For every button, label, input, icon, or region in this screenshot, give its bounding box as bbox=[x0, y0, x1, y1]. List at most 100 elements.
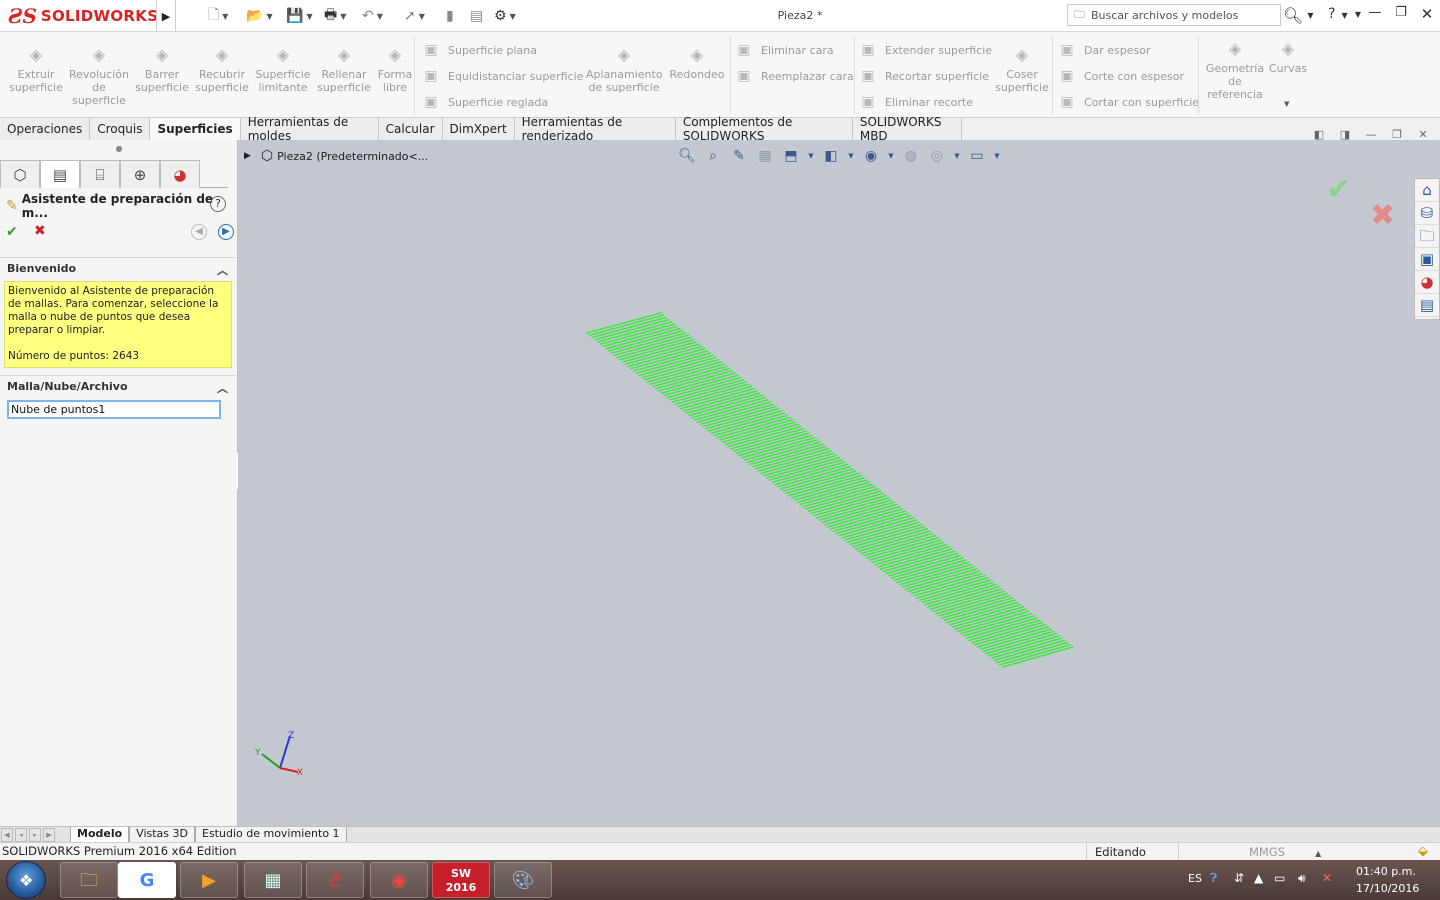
panel-grip[interactable]: ● bbox=[0, 144, 238, 158]
chevron-up-icon[interactable]: ︿ bbox=[217, 380, 228, 396]
solidworks-app[interactable]: SW 2016 bbox=[432, 862, 490, 898]
language-indicator[interactable]: ES bbox=[1188, 872, 1202, 885]
back-arrow-icon[interactable]: ◀ bbox=[191, 224, 207, 240]
ok-checkmark-icon[interactable]: ✔ bbox=[6, 224, 18, 240]
network-status-icon[interactable]: ✕ bbox=[1322, 871, 1332, 885]
cancel-x-icon[interactable]: ✖ bbox=[34, 223, 46, 239]
restore-button[interactable]: ❐ bbox=[1390, 5, 1412, 25]
tab-property-manager[interactable]: ▤ bbox=[40, 160, 80, 188]
home-icon[interactable]: ⌂ bbox=[1415, 179, 1439, 202]
chevron-up-icon[interactable]: ︿ bbox=[217, 262, 228, 278]
graphics-area[interactable]: ▶ ⬡ Pieza2 (Predeterminado<... 🔍︎ ⌕ ✎ ▦ … bbox=[238, 128, 1440, 826]
ribbon-tool-5[interactable]: ◈ Rellenar superficie bbox=[314, 46, 374, 95]
tab-complementos-de-solidworks[interactable]: Complementos de SOLIDWORKS bbox=[675, 115, 853, 143]
chevron-down-icon[interactable]: ▼ bbox=[1284, 100, 1289, 108]
model-tab-0[interactable]: Modelo bbox=[70, 827, 130, 843]
select-button[interactable]: ➚ ▼ bbox=[404, 6, 425, 26]
view-palette-icon[interactable]: ▣ bbox=[1415, 248, 1439, 271]
tab-calcular[interactable]: Calcular bbox=[378, 118, 443, 140]
ribbon-tool-2[interactable]: ◈ Barrer superficie bbox=[132, 46, 192, 95]
ribbon-extend-item-1[interactable]: ▣ Recortar superficie bbox=[859, 66, 989, 86]
section-header-mesh[interactable]: Malla/Nube/Archivo ︿ bbox=[0, 375, 236, 397]
tab-feature-manager[interactable]: ⬡ bbox=[0, 160, 40, 188]
tab-herramientas-de-moldes[interactable]: Herramientas de moldes bbox=[240, 115, 379, 143]
calculator-app[interactable]: ▦ bbox=[244, 862, 302, 898]
search-box[interactable]: 🗀 Buscar archivos y modelos bbox=[1067, 4, 1281, 26]
tab-display-manager[interactable]: ◕ bbox=[160, 160, 200, 188]
ribbon-extend-item-0[interactable]: ▣ Extender superficie bbox=[859, 40, 992, 60]
volume-icon[interactable]: 🔊︎ bbox=[1298, 871, 1306, 886]
next-arrow-icon[interactable]: ▶ bbox=[218, 224, 234, 240]
prev-tab-icon[interactable]: ◂ bbox=[15, 828, 27, 842]
tab-dimxpert[interactable]: DimXpert bbox=[442, 118, 515, 140]
tag-icon[interactable]: ⬙ bbox=[1418, 844, 1428, 859]
chrome-app[interactable]: ◉ bbox=[370, 862, 428, 898]
show-hidden-icons[interactable]: ▲ bbox=[1254, 871, 1263, 885]
save-button[interactable]: 💾 ▼ bbox=[286, 6, 313, 26]
close-button[interactable]: ✕ bbox=[1416, 5, 1438, 25]
help-icon[interactable]: ? bbox=[210, 196, 226, 212]
section-header-welcome[interactable]: Bienvenido ︿ bbox=[0, 257, 236, 279]
clock-time[interactable]: 01:40 p.m. bbox=[1356, 865, 1416, 878]
google-app[interactable]: G bbox=[118, 862, 176, 898]
last-tab-icon[interactable]: ▶ bbox=[43, 828, 55, 842]
tab-configuration-manager[interactable]: ⌸ bbox=[80, 160, 120, 188]
tab-dimxpert-manager[interactable]: ⊕ bbox=[120, 160, 160, 188]
ribbon-tool-flatten[interactable]: ◈ Aplanamiento de superficie bbox=[586, 46, 663, 95]
chevron-down-icon[interactable]: ▼ bbox=[222, 12, 228, 21]
start-button[interactable]: ❖ bbox=[6, 861, 46, 899]
ribbon-tool-1[interactable]: ◈ Revolución de superficie bbox=[66, 46, 132, 108]
tab-croquis[interactable]: Croquis bbox=[90, 118, 151, 140]
options-button[interactable]: ⚙ ▼ bbox=[494, 6, 516, 26]
clock-date[interactable]: 17/10/2016 bbox=[1356, 882, 1419, 895]
help-button[interactable]: ? ▼ bbox=[1328, 6, 1348, 22]
open-button[interactable]: 📂 ▼ bbox=[246, 6, 273, 26]
tab-solidworks-mbd[interactable]: SOLIDWORKS MBD bbox=[852, 115, 962, 143]
chevron-down-icon[interactable]: ▼ bbox=[1307, 11, 1313, 20]
chevron-down-icon[interactable]: ▼ bbox=[419, 12, 425, 21]
tab-operaciones[interactable]: Operaciones bbox=[0, 118, 91, 140]
ribbon-tool-fillet[interactable]: ◈ Redondeo bbox=[668, 46, 726, 82]
search-button[interactable]: 🔍︎ ▼ bbox=[1283, 4, 1317, 26]
ribbon-tool-3[interactable]: ◈ Recubrir superficie bbox=[192, 46, 252, 95]
action-center-icon[interactable]: ▭ bbox=[1274, 871, 1285, 885]
chevron-down-icon[interactable]: ▼ bbox=[340, 12, 346, 21]
undo-button[interactable]: ↶ ▼ bbox=[362, 6, 383, 26]
appearances-icon[interactable]: ◕ bbox=[1415, 271, 1439, 294]
ribbon-plane-item-2[interactable]: ▣ Superficie reglada bbox=[422, 92, 548, 112]
ribbon-face-item-0[interactable]: ▣ Eliminar cara bbox=[735, 40, 833, 60]
ribbon-thicken-item-0[interactable]: ▣ Dar espesor bbox=[1058, 40, 1150, 60]
ribbon-face-item-1[interactable]: ▣ Reemplazar cara bbox=[735, 66, 853, 86]
rebuild-button[interactable]: ▮ bbox=[446, 6, 454, 26]
ribbon-thicken-item-1[interactable]: ▣ Corte con espesor bbox=[1058, 66, 1184, 86]
ribbon-tool-curves[interactable]: ◈ Curvas bbox=[1264, 40, 1312, 76]
model-tab-1[interactable]: Vistas 3D bbox=[129, 827, 195, 843]
ribbon-tool-6[interactable]: ◈ Forma libre bbox=[376, 46, 414, 95]
chevron-down-icon[interactable]: ▼ bbox=[266, 12, 272, 21]
chevron-down-icon[interactable]: ▼ bbox=[510, 12, 516, 21]
ribbon-plane-item-1[interactable]: ▣ Equidistanciar superficie bbox=[422, 66, 583, 86]
help-tray-icon[interactable]: ❓︎ bbox=[1210, 871, 1217, 886]
ribbon-tool-0[interactable]: ◈ Extruir superficie bbox=[6, 46, 66, 95]
print-button[interactable]: 🖶 ▼ bbox=[324, 6, 346, 26]
search-input[interactable]: Buscar archivos y modelos bbox=[1091, 9, 1238, 22]
point-cloud[interactable] bbox=[238, 140, 1440, 826]
model-tab-2[interactable]: Estudio de movimiento 1 bbox=[195, 827, 347, 843]
units-selector[interactable]: MMGS ▲ bbox=[1178, 843, 1338, 861]
custom-properties-icon[interactable]: ▤ bbox=[1415, 294, 1439, 317]
ribbon-thicken-item-2[interactable]: ▣ Cortar con superficie bbox=[1058, 92, 1199, 112]
tab-superficies[interactable]: Superficies bbox=[150, 118, 241, 140]
mesh-selection-box[interactable]: Nube de puntos1 bbox=[7, 400, 221, 419]
next-tab-icon[interactable]: ▸ bbox=[29, 828, 41, 842]
file-properties-button[interactable]: ▤ bbox=[470, 6, 483, 26]
point-cloud-points[interactable] bbox=[586, 312, 1074, 668]
first-tab-icon[interactable]: ◀ bbox=[1, 828, 13, 842]
new-document-button[interactable]: 🗋 ▼ bbox=[208, 6, 228, 26]
media-player-app[interactable]: ▶ bbox=[180, 862, 238, 898]
ribbon-tool-reference-geometry[interactable]: ◈ Geometría de referencia bbox=[1204, 40, 1266, 102]
tab-herramientas-de-renderizado[interactable]: Herramientas de renderizado bbox=[514, 115, 676, 143]
design-library-icon[interactable]: ⛁ bbox=[1415, 202, 1439, 225]
ribbon-plane-item-0[interactable]: ▣ Superficie plana bbox=[422, 40, 537, 60]
ribbon-tool-4[interactable]: ◈ Superficie limitante bbox=[252, 46, 314, 95]
network-adapter-icon[interactable]: ⇵ bbox=[1234, 871, 1244, 885]
